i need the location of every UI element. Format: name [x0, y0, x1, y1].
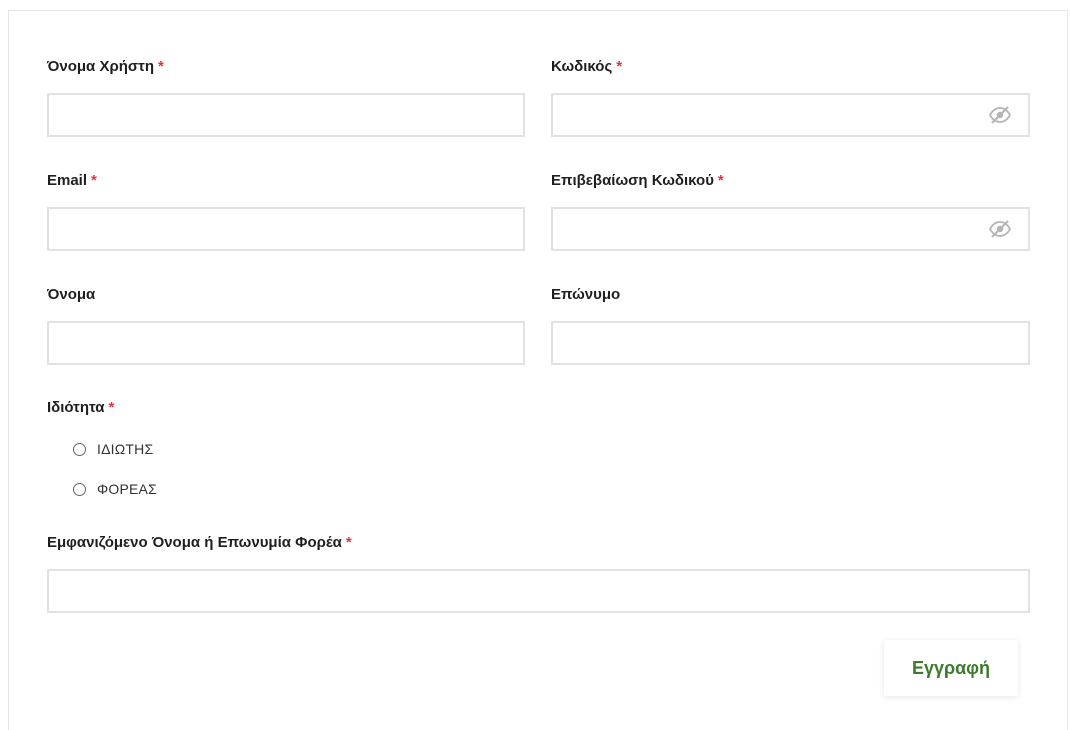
radio-button[interactable] — [73, 482, 86, 496]
display-name-label-text: Εμφανιζόμενο Όνομα ή Επωνυμία Φορέα — [47, 534, 342, 551]
role-label: Ιδιότητα * — [47, 398, 114, 418]
display-name-label: Εμφανιζόμενο Όνομα ή Επωνυμία Φορέα * — [47, 533, 352, 553]
eye-slash-icon[interactable] — [988, 220, 1012, 238]
email-label-text: Email — [47, 172, 88, 189]
last-name-label-text: Επώνυμο — [551, 286, 621, 303]
role-label-text: Ιδιότητα — [47, 399, 105, 416]
email-input[interactable] — [49, 209, 523, 249]
last-name-label: Επώνυμο — [551, 285, 620, 305]
required-asterisk: * — [108, 399, 115, 416]
first-name-label: Όνομα — [47, 285, 95, 305]
eye-slash-icon[interactable] — [988, 106, 1012, 124]
confirm-password-input-box — [551, 207, 1030, 251]
password-input-box — [551, 93, 1030, 137]
username-input-box — [47, 93, 525, 137]
username-label-text: Όνομα Χρήστη — [47, 58, 155, 75]
radio-option-private[interactable]: ΙΔΙΩΤΗΣ — [73, 439, 153, 459]
email-input-box — [47, 207, 525, 251]
required-asterisk: * — [91, 172, 97, 189]
first-name-label-text: Όνομα — [47, 286, 96, 303]
last-name-input[interactable] — [553, 323, 1028, 363]
display-name-input-box — [47, 569, 1030, 613]
username-label: Όνομα Χρήστη * — [47, 57, 164, 77]
radio-option-label: ΙΔΙΩΤΗΣ — [97, 441, 154, 457]
radio-option-label: ΦΟΡΕΑΣ — [97, 481, 157, 497]
password-label-text: Κωδικός — [551, 58, 613, 75]
register-button[interactable]: Εγγραφή — [884, 640, 1018, 696]
required-asterisk: * — [345, 534, 352, 551]
required-asterisk: * — [717, 172, 724, 189]
password-label: Κωδικός * — [551, 57, 622, 77]
first-name-input-box — [47, 321, 525, 365]
last-name-input-box — [551, 321, 1030, 365]
confirm-password-input[interactable] — [553, 209, 1028, 249]
radio-option-organization[interactable]: ΦΟΡΕΑΣ — [73, 479, 157, 499]
required-asterisk: * — [616, 58, 623, 75]
required-asterisk: * — [158, 58, 164, 75]
display-name-input[interactable] — [49, 571, 1028, 611]
password-input[interactable] — [553, 95, 1028, 135]
email-label: Email * — [47, 171, 97, 191]
radio-button[interactable] — [73, 442, 86, 456]
confirm-password-label-text: Επιβεβαίωση Κωδικού — [551, 172, 714, 189]
username-input[interactable] — [49, 95, 523, 135]
confirm-password-label: Επιβεβαίωση Κωδικού * — [551, 171, 724, 191]
first-name-input[interactable] — [49, 323, 523, 363]
